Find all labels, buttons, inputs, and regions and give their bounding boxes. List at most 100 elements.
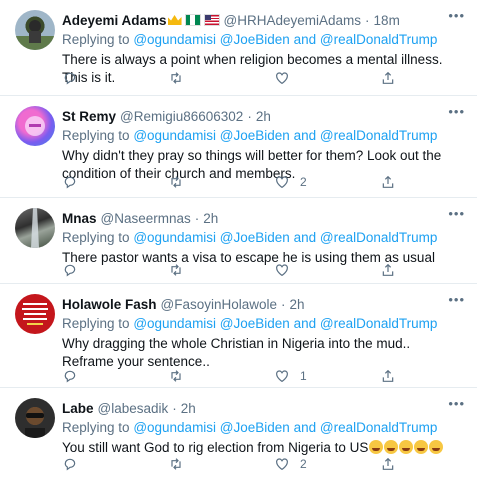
share-icon <box>382 369 394 382</box>
retweet-icon <box>171 72 181 84</box>
author-name[interactable]: Holawole Fash <box>62 297 157 312</box>
reply-last-mention-link[interactable]: @realDonaldTrump <box>320 420 438 435</box>
author-name[interactable]: Adeyemi Adams <box>62 13 167 28</box>
reply-icon <box>64 370 76 383</box>
reply-button[interactable] <box>62 262 78 278</box>
retweet-button[interactable] <box>168 456 184 472</box>
tweet-2[interactable]: St Remy @Remigiu86606302 · 2h ••• Replyi… <box>0 96 477 198</box>
author-handle[interactable]: @HRHAdeyemiAdams <box>224 13 362 28</box>
reply-last-mention-link[interactable]: @realDonaldTrump <box>320 316 438 331</box>
reply-prefix: Replying to <box>62 230 130 245</box>
retweet-icon <box>171 264 181 276</box>
timestamp[interactable]: 18m <box>374 13 400 28</box>
reply-mentions-link[interactable]: @ogundamisi @JoeBiden <box>133 316 290 331</box>
like-button[interactable]: 2 <box>274 456 307 472</box>
tweet-4[interactable]: Holawole Fash @FasoyinHolawole · 2h ••• … <box>0 284 477 388</box>
heart-icon <box>276 264 288 277</box>
retweet-icon <box>171 458 181 470</box>
us-flag-icon <box>203 14 220 26</box>
nigeria-flag-icon <box>184 14 201 26</box>
author-name[interactable]: Labe <box>62 401 94 416</box>
more-icon[interactable]: ••• <box>448 292 465 307</box>
tweet-text-content: You still want God to rig election from … <box>62 440 369 455</box>
share-button[interactable] <box>380 70 396 86</box>
retweet-button[interactable] <box>168 174 184 190</box>
author-name[interactable]: St Remy <box>62 109 116 124</box>
separator-dot: · <box>281 296 286 312</box>
reply-last-mention-link[interactable]: @realDonaldTrump <box>320 230 438 245</box>
share-button[interactable] <box>380 262 396 278</box>
author-handle[interactable]: @Naseermnas <box>101 211 191 226</box>
timestamp[interactable]: 2h <box>203 211 218 226</box>
timestamp[interactable]: 2h <box>256 109 271 124</box>
reply-button[interactable] <box>62 174 78 190</box>
reply-mentions-link[interactable]: @ogundamisi @JoeBiden <box>133 420 290 435</box>
retweet-button[interactable] <box>168 368 184 384</box>
reply-prefix: Replying to <box>62 420 130 435</box>
reply-button[interactable] <box>62 368 78 384</box>
rofl-emoji-icon <box>369 440 384 454</box>
more-icon[interactable]: ••• <box>448 8 465 23</box>
more-icon[interactable]: ••• <box>448 104 465 119</box>
more-icon[interactable]: ••• <box>448 396 465 411</box>
reply-prefix: Replying to <box>62 128 130 143</box>
timestamp[interactable]: 2h <box>290 297 305 312</box>
reply-icon <box>64 72 76 85</box>
share-icon <box>382 263 394 276</box>
avatar[interactable] <box>15 208 55 248</box>
share-button[interactable] <box>380 174 396 190</box>
retweet-button[interactable] <box>168 262 184 278</box>
replying-to: Replying to @ogundamisi @JoeBiden and @r… <box>62 127 465 145</box>
separator-dot: · <box>172 400 177 416</box>
reply-mentions-link[interactable]: @ogundamisi @JoeBiden <box>133 230 290 245</box>
replying-to: Replying to @ogundamisi @JoeBiden and @r… <box>62 419 465 437</box>
author-handle[interactable]: @labesadik <box>98 401 169 416</box>
reply-last-mention-link[interactable]: @realDonaldTrump <box>320 32 438 47</box>
reply-and: and <box>293 316 317 331</box>
reply-button[interactable] <box>62 456 78 472</box>
retweet-button[interactable] <box>168 70 184 86</box>
separator-dot: · <box>247 108 252 124</box>
separator-dot: · <box>365 12 370 28</box>
share-button[interactable] <box>380 368 396 384</box>
like-count: 2 <box>300 175 307 189</box>
avatar[interactable] <box>15 10 55 50</box>
tweet-5[interactable]: Labe @labesadik · 2h ••• Replying to @og… <box>0 388 477 483</box>
replying-to: Replying to @ogundamisi @JoeBiden and @r… <box>62 31 465 49</box>
reply-prefix: Replying to <box>62 32 130 47</box>
replying-to: Replying to @ogundamisi @JoeBiden and @r… <box>62 315 465 333</box>
reply-and: and <box>293 230 317 245</box>
reply-button[interactable] <box>62 70 78 86</box>
like-button[interactable]: 1 <box>274 368 307 384</box>
reply-icon <box>64 458 76 471</box>
more-icon[interactable]: ••• <box>448 206 465 221</box>
like-button[interactable]: 2 <box>274 174 307 190</box>
share-icon <box>382 71 394 84</box>
reply-and: and <box>293 420 317 435</box>
reply-icon <box>64 176 76 189</box>
reply-mentions-link[interactable]: @ogundamisi @JoeBiden <box>133 128 290 143</box>
tweet-3[interactable]: Mnas @Naseermnas · 2h ••• Replying to @o… <box>0 198 477 284</box>
author-handle[interactable]: @FasoyinHolawole <box>161 297 278 312</box>
retweet-icon <box>171 176 181 188</box>
share-button[interactable] <box>380 456 396 472</box>
avatar[interactable] <box>15 398 55 438</box>
heart-icon <box>276 370 288 383</box>
reply-mentions-link[interactable]: @ogundamisi @JoeBiden <box>133 32 290 47</box>
rofl-emoji-icon <box>399 440 414 454</box>
heart-icon <box>276 176 288 189</box>
tweet-text: You still want God to rig election from … <box>62 439 465 457</box>
author-name[interactable]: Mnas <box>62 211 97 226</box>
like-button[interactable] <box>274 262 300 278</box>
like-button[interactable] <box>274 70 300 86</box>
separator-dot: · <box>194 210 200 226</box>
timestamp[interactable]: 2h <box>181 401 196 416</box>
share-icon <box>382 175 394 188</box>
reply-last-mention-link[interactable]: @realDonaldTrump <box>320 128 438 143</box>
avatar[interactable] <box>15 294 55 334</box>
author-handle[interactable]: @Remigiu86606302 <box>120 109 243 124</box>
reply-and: and <box>293 32 317 47</box>
tweet-1[interactable]: Adeyemi Adams @HRHAdeyemiAdams · 18m •••… <box>0 0 477 96</box>
share-icon <box>382 457 394 470</box>
avatar[interactable] <box>15 106 55 146</box>
